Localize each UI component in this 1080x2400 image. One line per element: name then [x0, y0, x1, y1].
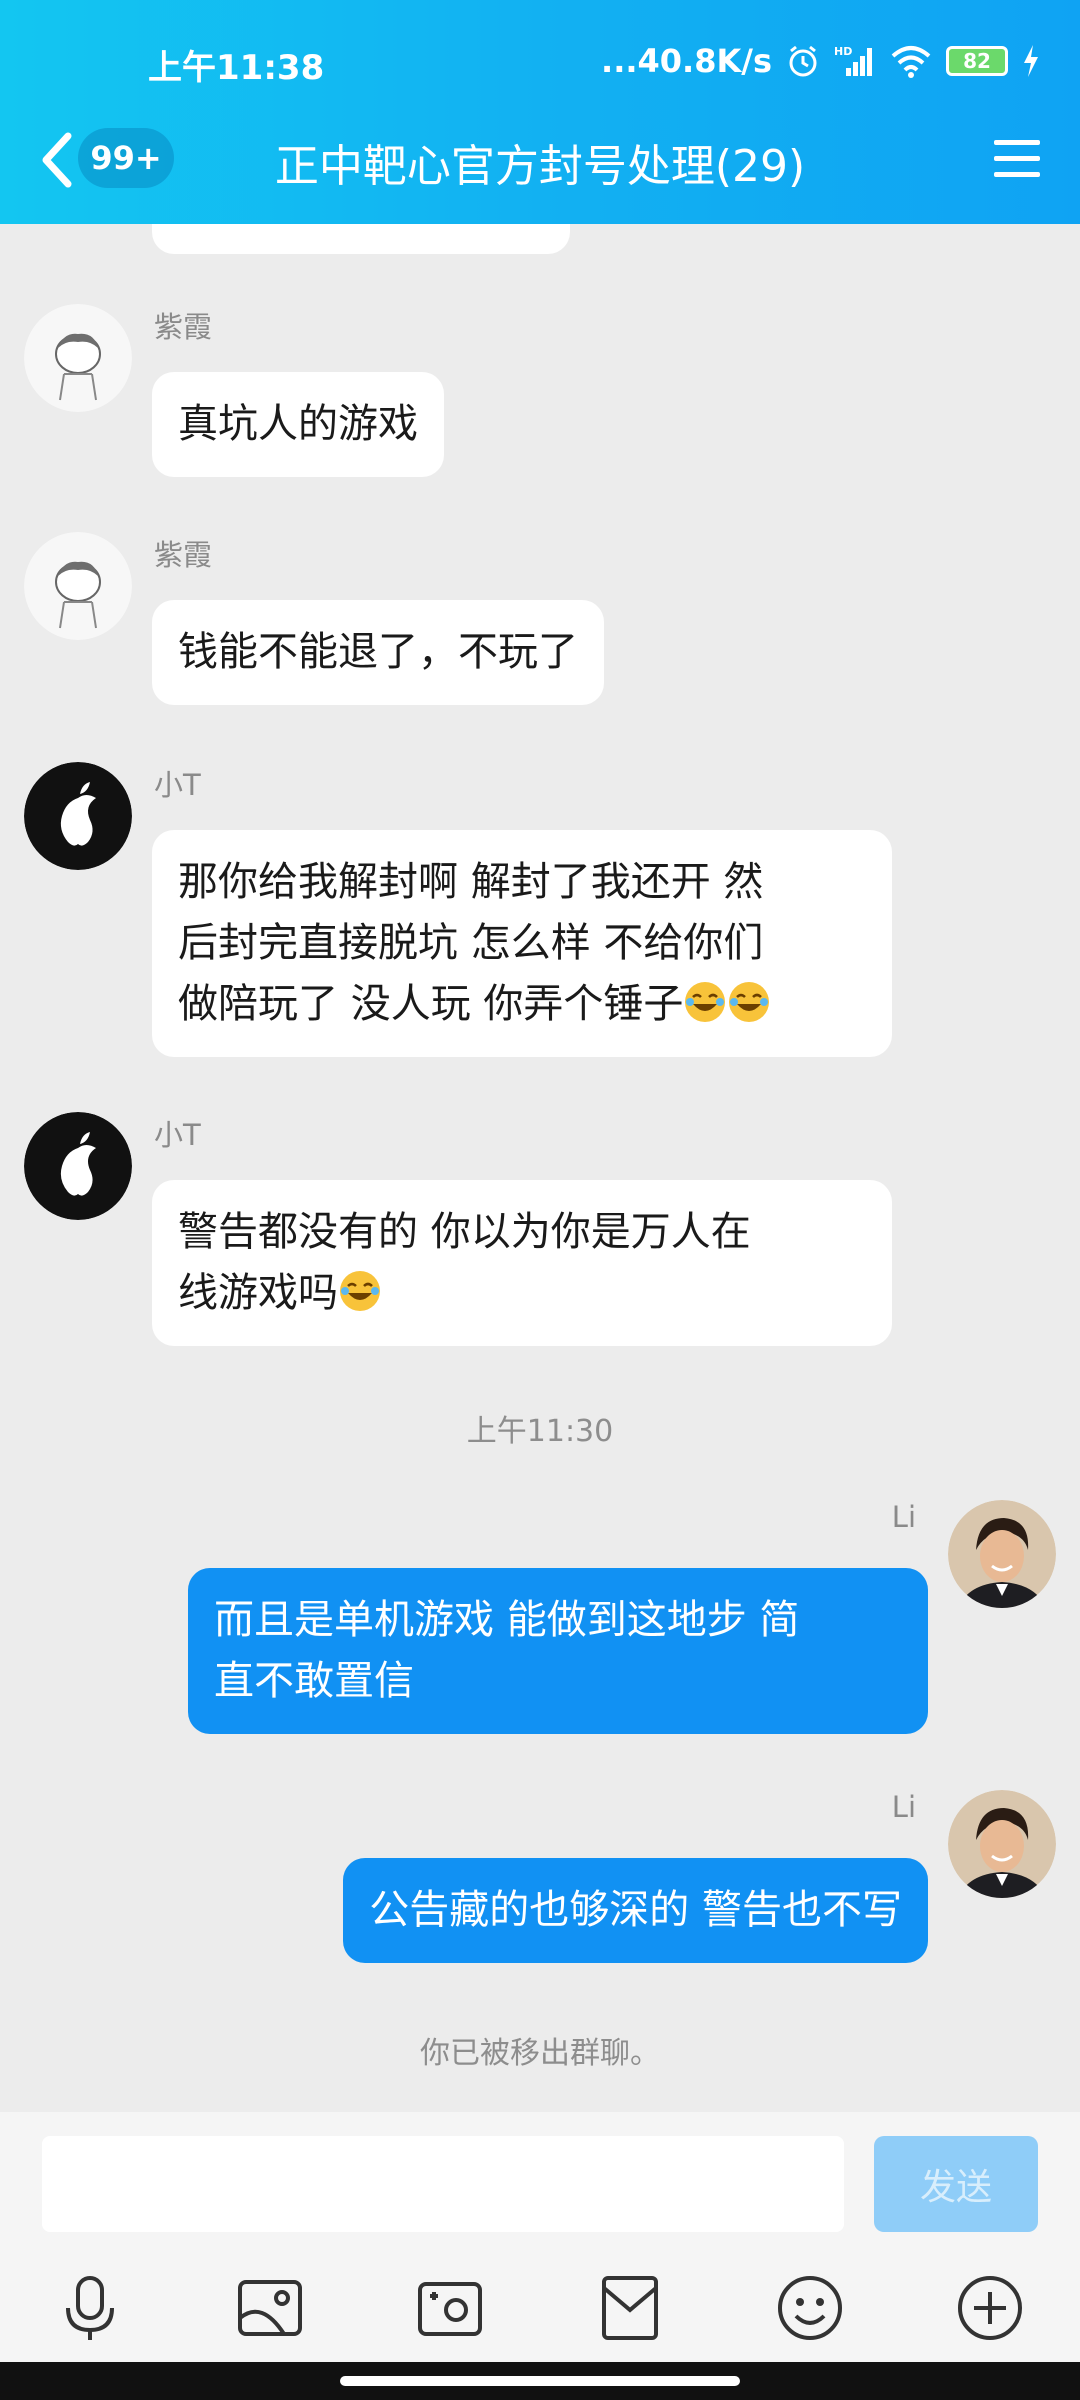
sender-name: 紫霞: [154, 538, 213, 572]
camera-icon[interactable]: [412, 2270, 488, 2346]
image-icon[interactable]: [232, 2270, 308, 2346]
message-line-with-emoji: 做陪玩了 没人玩 你弄个锤子: [178, 974, 866, 1035]
battery-indicator: 82: [946, 46, 1008, 76]
status-bar: 上午11:38 ...40.8K/s HD 82: [0, 28, 1080, 92]
menu-icon[interactable]: [994, 136, 1040, 180]
network-speed: ...40.8K/s: [601, 42, 772, 80]
message-line: 警告都没有的 你以为你是万人在: [178, 1209, 751, 1255]
message-bubble-partial: [152, 224, 570, 254]
message-timestamp: 上午11:30: [466, 1414, 614, 1449]
sender-name: 紫霞: [154, 310, 213, 344]
message-bubble[interactable]: 真坑人的游戏: [152, 372, 444, 477]
svg-text:HD: HD: [834, 45, 852, 58]
charging-icon: [1024, 45, 1038, 77]
message-line: 后封完直接脱坑 怎么样 不给你们: [178, 920, 764, 966]
avatar-xiaot[interactable]: [24, 1112, 132, 1220]
system-notice: 你已被移出群聊。: [420, 2036, 660, 2071]
send-button[interactable]: 发送: [874, 2136, 1038, 2232]
sender-name: Li: [891, 1500, 916, 1534]
message-bubble[interactable]: 钱能不能退了，不玩了: [152, 600, 604, 705]
sender-name: Li: [891, 1790, 916, 1824]
message-bubble[interactable]: 那你给我解封啊 解封了我还开 然 后封完直接脱坑 怎么样 不给你们 做陪玩了 没…: [152, 830, 892, 1057]
sender-name: 小T: [154, 768, 201, 802]
emoji-icon[interactable]: [772, 2270, 848, 2346]
avatar-li[interactable]: [948, 1500, 1056, 1608]
message-line: 线游戏吗: [178, 1270, 338, 1316]
message-bubble[interactable]: 而且是单机游戏 能做到这地步 简 直不敢置信: [188, 1568, 928, 1734]
tears-of-joy-emoji-icon: [685, 982, 726, 1022]
composer-toolbar: [0, 2256, 1080, 2362]
tears-of-joy-emoji-icon: [340, 1271, 380, 1311]
message-bubble[interactable]: 警告都没有的 你以为你是万人在 线游戏吗: [152, 1180, 892, 1346]
avatar-li[interactable]: [948, 1790, 1056, 1898]
alarm-icon: [789, 45, 817, 77]
message-line-with-emoji: 线游戏吗: [178, 1263, 866, 1324]
wifi-icon: [891, 46, 931, 78]
gesture-bar: [0, 2362, 1080, 2400]
nav-bar: 99+ 正中靶心官方封号处理(29): [0, 112, 1080, 204]
avatar-xiaot[interactable]: [24, 762, 132, 870]
message-line: 而且是单机游戏 能做到这地步 简: [214, 1597, 800, 1643]
message-input[interactable]: [42, 2136, 844, 2232]
message-list[interactable]: 紫霞 真坑人的游戏 紫霞 钱能不能退了，不玩了 小T 那你给我解封啊 解封了我还…: [0, 224, 1080, 2112]
sender-name: 小T: [154, 1118, 201, 1152]
message-line: 直不敢置信: [214, 1658, 414, 1704]
microphone-icon[interactable]: [52, 2270, 128, 2346]
status-time: 上午11:38: [148, 48, 325, 88]
app-header: 上午11:38 ...40.8K/s HD 82 99+ 正中靶心官方封号处理(…: [0, 0, 1080, 224]
avatar-zixia[interactable]: [24, 532, 132, 640]
tears-of-joy-emoji-icon: [729, 982, 770, 1022]
chat-title: 正中靶心官方封号处理(29): [274, 141, 806, 192]
message-bubble[interactable]: 公告藏的也够深的 警告也不写: [343, 1858, 928, 1963]
status-indicators: ...40.8K/s HD 82: [601, 42, 1040, 80]
red-packet-icon[interactable]: [592, 2270, 668, 2346]
message-line: 那你给我解封啊 解封了我还开 然: [178, 859, 764, 905]
plus-icon[interactable]: [952, 2270, 1028, 2346]
avatar-zixia[interactable]: [24, 304, 132, 412]
message-line: 做陪玩了 没人玩 你弄个锤子: [178, 981, 684, 1027]
composer: 发送: [0, 2112, 1080, 2256]
signal-icon: HD: [834, 45, 872, 76]
home-indicator[interactable]: [340, 2376, 740, 2386]
